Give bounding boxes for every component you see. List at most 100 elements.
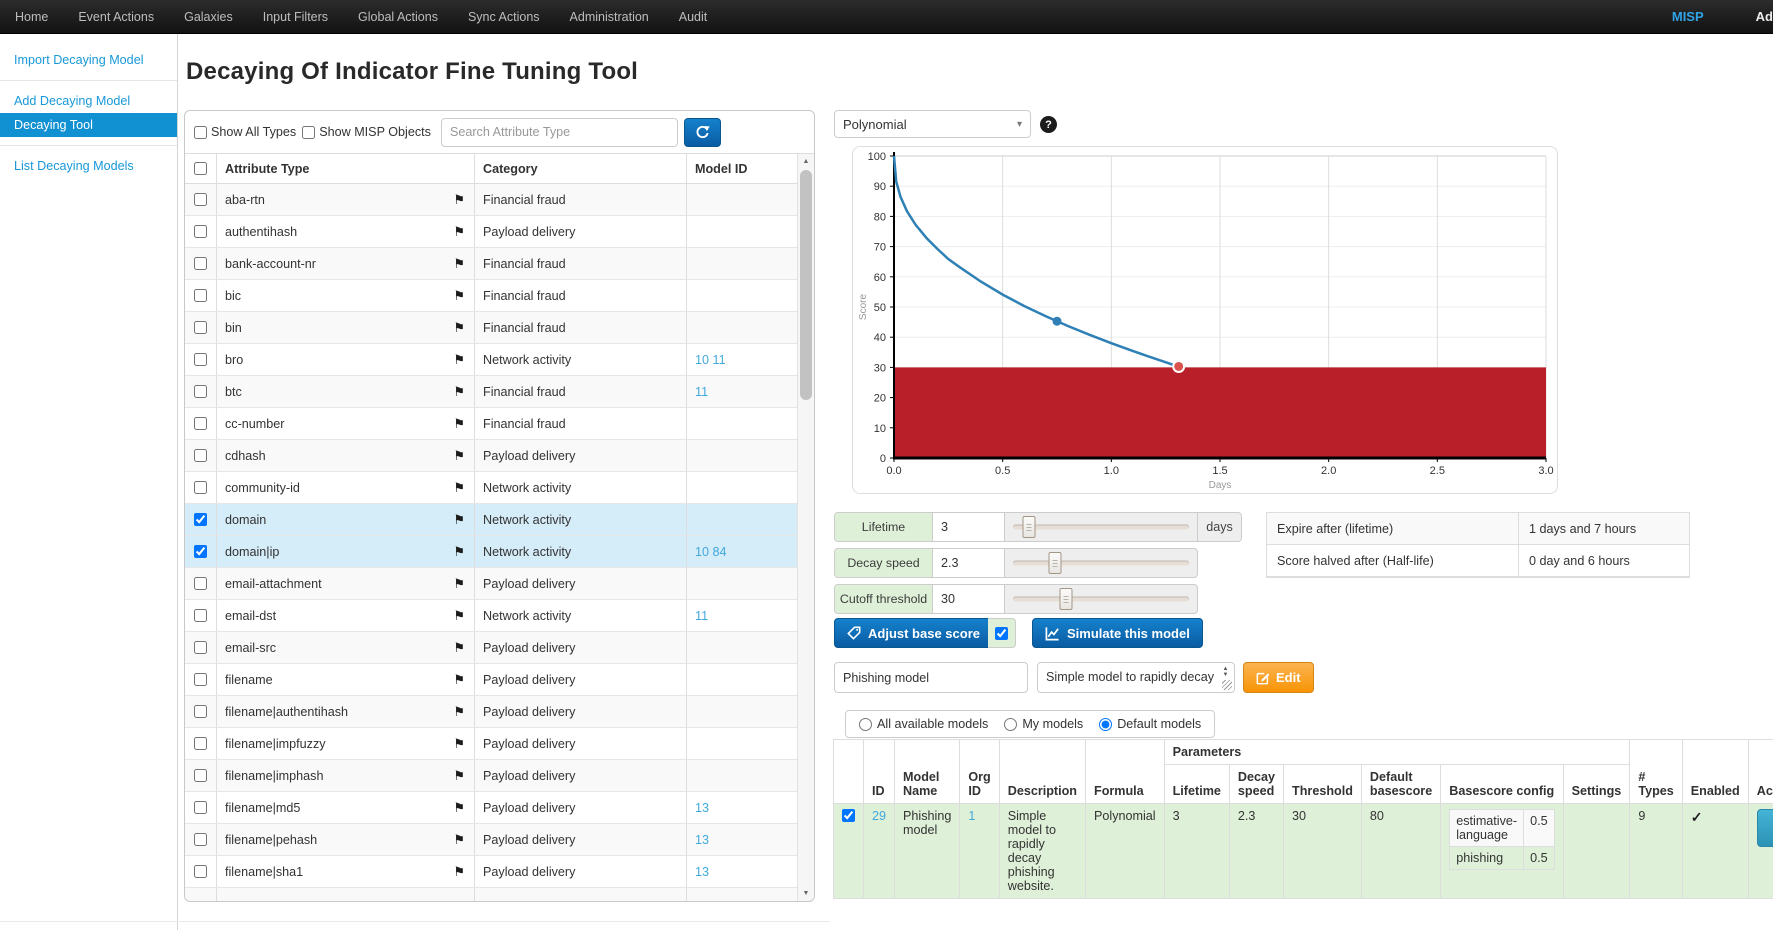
navbar-menu-item[interactable]: Administration [555, 0, 664, 34]
org-id-link[interactable]: 1 [960, 804, 999, 899]
row-checkbox[interactable] [194, 705, 207, 718]
table-row[interactable]: filename|sha1 Payload delivery 13 [185, 856, 798, 888]
row-checkbox[interactable] [194, 577, 207, 590]
model-filter-radio-option[interactable]: My models [1004, 717, 1083, 731]
table-row[interactable]: filename|authentihash Payload delivery [185, 696, 798, 728]
cutoff-threshold-input[interactable] [933, 585, 1005, 613]
table-row[interactable]: email-dst Network activity 11 [185, 600, 798, 632]
lifetime-slider[interactable] [1005, 513, 1197, 541]
model-id-links[interactable] [687, 472, 798, 503]
navbar-menu-item[interactable]: Input Filters [248, 0, 343, 34]
model-id-links[interactable] [687, 440, 798, 471]
navbar-menu-item[interactable]: Galaxies [169, 0, 248, 34]
table-row[interactable]: filename Payload delivery [185, 664, 798, 696]
help-icon[interactable] [1040, 116, 1057, 133]
model-checkbox[interactable] [842, 809, 855, 822]
navbar-menu-item[interactable]: Event Actions [63, 0, 169, 34]
model-id-links[interactable] [687, 664, 798, 695]
table-row[interactable]: bic Financial fraud [185, 280, 798, 312]
adjust-base-score-checkbox[interactable] [995, 627, 1008, 640]
slider-track[interactable] [1013, 525, 1189, 530]
slider-track[interactable] [1013, 561, 1189, 566]
scrollbar-down-arrow-icon[interactable] [798, 886, 814, 901]
table-row[interactable]: btc Financial fraud 11 [185, 376, 798, 408]
resize-handle-icon[interactable] [1222, 680, 1232, 690]
row-checkbox[interactable] [194, 801, 207, 814]
simulate-model-button[interactable]: Simulate this model [1032, 618, 1203, 648]
navbar-menu-item[interactable]: Global Actions [343, 0, 453, 34]
model-id-link[interactable]: 29 [864, 804, 895, 899]
model-id-links[interactable] [687, 248, 798, 279]
row-checkbox[interactable] [194, 481, 207, 494]
row-checkbox[interactable] [194, 353, 207, 366]
table-scrollbar[interactable] [797, 154, 814, 901]
slider-track[interactable] [1013, 597, 1189, 602]
table-row[interactable]: domain Network activity [185, 504, 798, 536]
sidebar-item-import-decaying-model[interactable]: Import Decaying Model [0, 48, 177, 72]
model-id-links[interactable] [687, 728, 798, 759]
row-checkbox[interactable] [194, 641, 207, 654]
model-id-links[interactable] [687, 696, 798, 727]
model-id-links[interactable]: 13 [687, 792, 798, 823]
model-id-links[interactable] [687, 632, 798, 663]
row-checkbox[interactable] [194, 865, 207, 878]
textarea-scroll-arrows-icon[interactable]: ▲▼ [1219, 666, 1232, 678]
model-filter-radio[interactable] [1004, 718, 1017, 731]
show-all-types-checkbox[interactable] [194, 126, 207, 139]
row-checkbox[interactable] [194, 833, 207, 846]
decay-chart[interactable]: 01020304050607080901000.00.51.01.52.02.5… [853, 147, 1557, 493]
row-checkbox[interactable] [194, 449, 207, 462]
table-row[interactable]: filename|imphash Payload delivery [185, 760, 798, 792]
misp-brand-link[interactable]: MISP [1650, 9, 1726, 24]
slider-thumb[interactable] [1059, 588, 1072, 610]
search-input[interactable] [441, 118, 678, 147]
model-id-links[interactable] [687, 312, 798, 343]
row-checkbox[interactable] [194, 609, 207, 622]
model-id-links[interactable]: 13 [687, 824, 798, 855]
select-all-checkbox[interactable] [194, 162, 207, 175]
adjust-base-score-button[interactable]: Adjust base score [834, 618, 993, 648]
row-checkbox[interactable] [194, 673, 207, 686]
table-row[interactable]: bro Network activity 10 11 [185, 344, 798, 376]
cutoff-threshold-slider[interactable] [1005, 585, 1197, 613]
row-checkbox[interactable] [194, 737, 207, 750]
model-row[interactable]: 29 Phishing model 1 Simple model to rapi… [834, 804, 1773, 899]
refresh-button[interactable] [684, 118, 721, 147]
slider-thumb[interactable] [1022, 516, 1035, 538]
table-row[interactable]: cdhash Payload delivery [185, 440, 798, 472]
model-id-links[interactable]: 13 [687, 856, 798, 887]
row-checkbox[interactable] [194, 513, 207, 526]
table-row[interactable]: bank-account-nr Financial fraud [185, 248, 798, 280]
table-row[interactable]: aba-rtn Financial fraud [185, 184, 798, 216]
table-row[interactable]: community-id Network activity [185, 472, 798, 504]
model-id-links[interactable] [687, 760, 798, 791]
model-name-input[interactable] [834, 662, 1028, 693]
model-filter-radio-option[interactable]: All available models [859, 717, 988, 731]
model-id-links[interactable] [687, 216, 798, 247]
row-checkbox[interactable] [194, 193, 207, 206]
show-misp-objects-checkbox-label[interactable]: Show MISP Objects [302, 125, 431, 139]
edit-button[interactable]: Edit [1243, 662, 1314, 693]
row-checkbox[interactable] [194, 289, 207, 302]
navbar-menu-item[interactable]: Audit [664, 0, 723, 34]
sidebar-item-list-decaying-models[interactable]: List Decaying Models [0, 154, 177, 178]
model-id-links[interactable]: 11 [687, 600, 798, 631]
table-row[interactable]: email-attachment Payload delivery [185, 568, 798, 600]
formula-select[interactable]: Polynomial [834, 110, 1031, 138]
model-id-links[interactable] [687, 280, 798, 311]
model-description-textarea[interactable]: Simple model to rapidly decay ▲▼ [1037, 662, 1235, 693]
table-row[interactable]: filename|pehash Payload delivery 13 [185, 824, 798, 856]
scrollbar-up-arrow-icon[interactable] [798, 154, 814, 169]
row-checkbox[interactable] [194, 545, 207, 558]
table-row[interactable]: filename|impfuzzy Payload delivery [185, 728, 798, 760]
row-checkbox[interactable] [194, 417, 207, 430]
slider-thumb[interactable] [1049, 552, 1062, 574]
sidebar-item-add-decaying-model[interactable]: Add Decaying Model [0, 89, 177, 113]
model-id-links[interactable]: 11 [687, 376, 798, 407]
row-checkbox[interactable] [194, 769, 207, 782]
navbar-menu-item[interactable]: Home [0, 0, 63, 34]
row-checkbox[interactable] [194, 321, 207, 334]
table-row[interactable]: domain|ip Network activity 10 84 [185, 536, 798, 568]
navbar-menu-item[interactable]: Sync Actions [453, 0, 555, 34]
model-filter-radio-option[interactable]: Default models [1099, 717, 1201, 731]
